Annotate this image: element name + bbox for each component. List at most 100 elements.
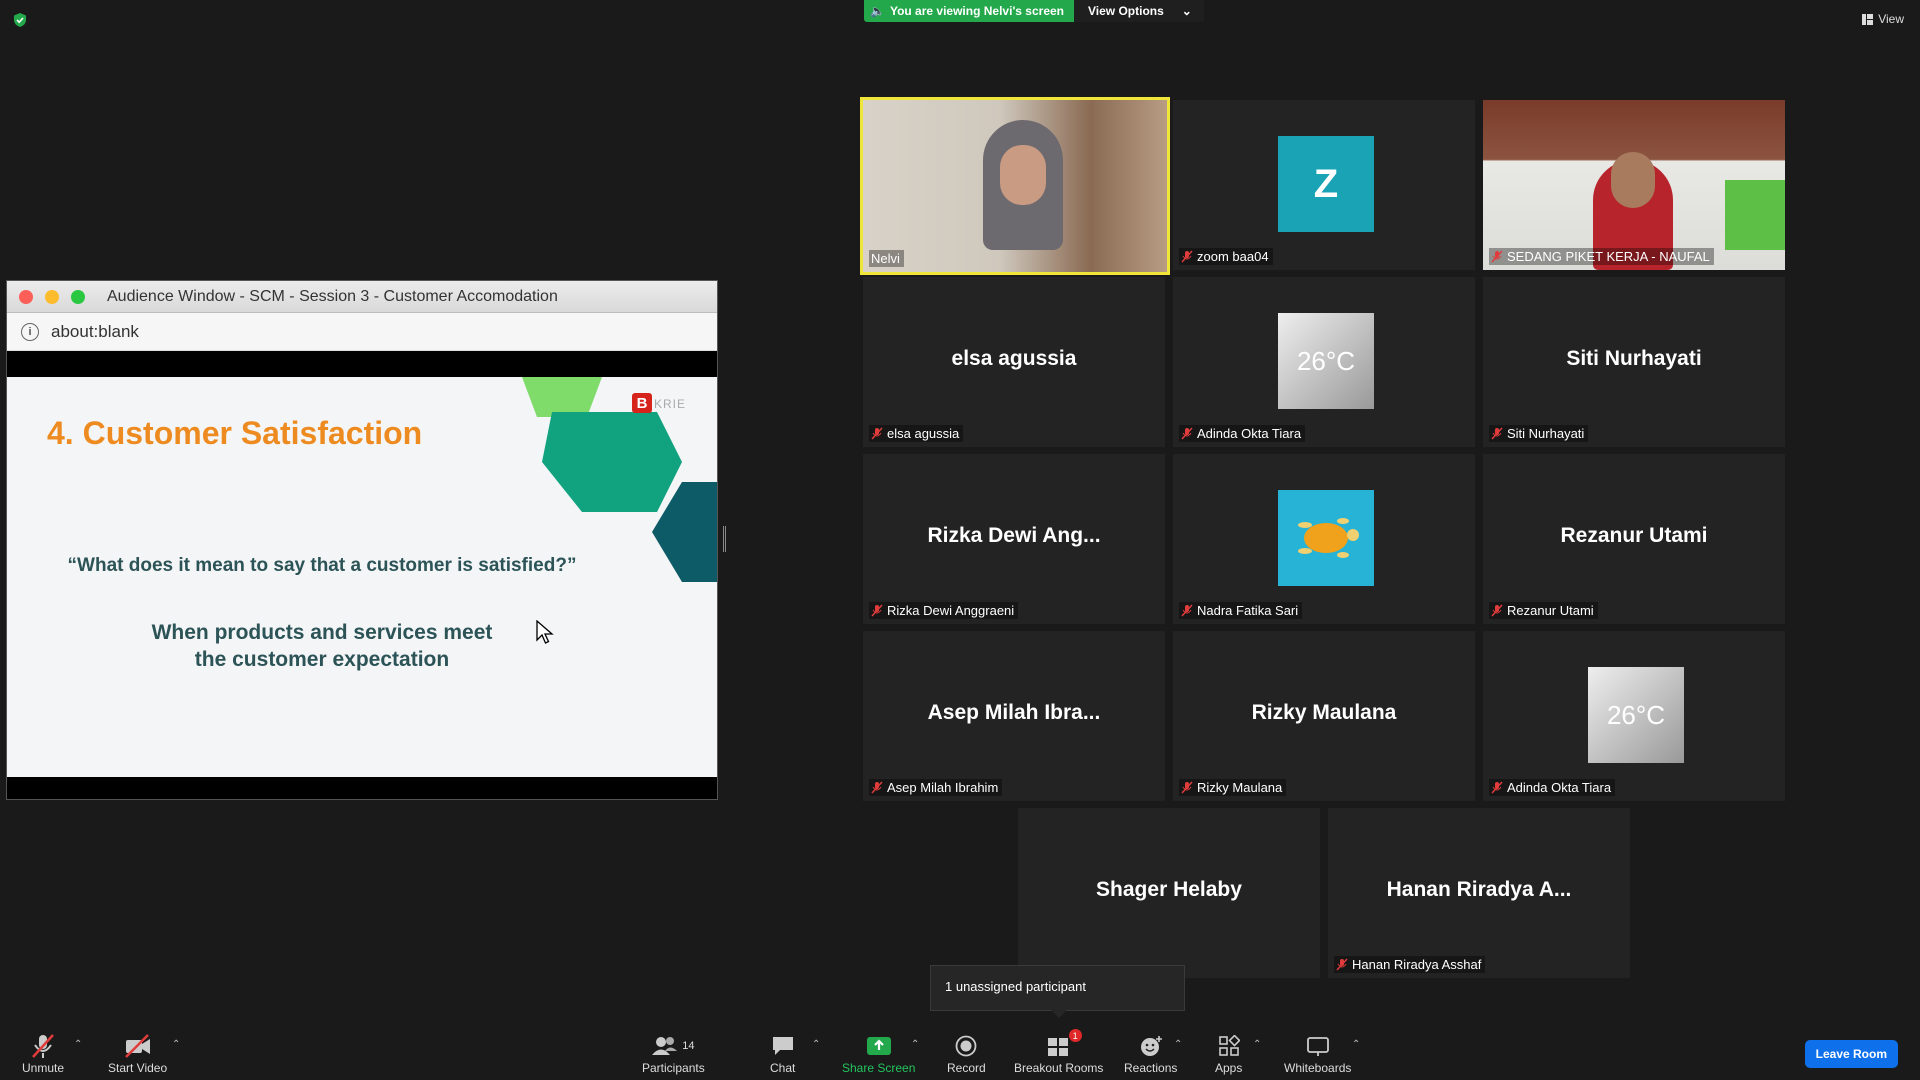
participant-display-name: Rizka Dewi Ang... [927,524,1101,547]
participant-display-name: Siti Nurhayati [1566,347,1702,370]
video-tile[interactable]: Siti Nurhayati Siti Nurhayati [1483,277,1785,447]
apps-options-caret-icon[interactable]: ⌃ [1253,1039,1261,1050]
security-shield-icon[interactable] [12,12,28,28]
brand-logo-icon: B [632,393,652,413]
breakout-rooms-button[interactable]: 1 Breakout Rooms [1014,1029,1103,1075]
info-icon[interactable]: i [21,322,39,341]
record-icon [955,1035,977,1057]
share-screen-button[interactable]: Share Screen [842,1031,915,1075]
reactions-options-caret-icon[interactable]: ⌃ [1174,1039,1182,1050]
record-button[interactable]: Record [947,1031,986,1075]
video-tile[interactable]: Rezanur Utami Rezanur Utami [1483,454,1785,624]
reactions-button[interactable]: Reactions [1124,1031,1177,1075]
start-video-label: Start Video [108,1061,168,1075]
muted-mic-icon [32,1034,54,1058]
video-tile-nelvi[interactable]: Nelvi [860,97,1170,275]
participant-name: Nadra Fatika Sari [1197,603,1299,618]
whiteboard-options-caret-icon[interactable]: ⌃ [1352,1039,1360,1050]
video-tile[interactable]: 26°C Adinda Okta Tiara [1483,631,1785,801]
speaker-icon: 🔈 [870,4,885,18]
participant-name-label: Siti Nurhayati [1489,425,1589,442]
video-tile[interactable]: 26°C Adinda Okta Tiara [1173,277,1475,447]
chat-button[interactable]: Chat [770,1031,795,1075]
participant-display-name: Rizky Maulana [1251,701,1397,724]
participant-name-label: Nelvi [869,250,904,267]
participant-name-label: Rizka Dewi Anggraeni [869,602,1019,619]
grid-view-icon [1862,13,1874,25]
muted-mic-icon [1336,958,1348,971]
video-options-caret-icon[interactable]: ⌃ [172,1039,180,1050]
muted-mic-icon [1181,427,1193,440]
close-window-button[interactable] [19,289,33,304]
record-label: Record [947,1061,986,1075]
video-tile[interactable]: Z zoom baa04 [1173,100,1475,270]
view-options-button[interactable]: View Options ⌄ [1074,0,1204,22]
participant-name: Siti Nurhayati [1507,426,1585,441]
muted-mic-icon [1181,781,1193,794]
video-tile[interactable]: Nadra Fatika Sari [1173,454,1475,624]
apps-label: Apps [1215,1061,1243,1075]
participant-name-label: SEDANG PIKET KERJA - NAUFAL [1489,248,1714,265]
share-options-caret-icon[interactable]: ⌃ [911,1039,919,1050]
window-titlebar[interactable]: Audience Window - SCM - Session 3 - Cust… [7,281,717,313]
muted-mic-icon [1181,604,1193,617]
video-tile[interactable]: Hanan Riradya A... Hanan Riradya Asshaf [1328,808,1630,978]
window-title: Audience Window - SCM - Session 3 - Cust… [107,287,558,305]
participant-name: Adinda Okta Tiara [1507,780,1612,795]
participant-name-label: zoom baa04 [1179,248,1273,265]
leave-room-button[interactable]: Leave Room [1804,1040,1898,1068]
meeting-toolbar: Unmute ⌃ Start Video ⌃ 14 Participants C… [0,1018,1920,1080]
start-video-button[interactable]: Start Video [108,1031,167,1075]
turtle-icon [1298,518,1359,558]
participant-name: Adinda Okta Tiara [1197,426,1302,441]
view-options-label: View Options [1088,4,1164,18]
viewing-indicator: 🔈 You are viewing Nelvi's screen [864,0,1074,22]
muted-mic-icon [1181,250,1193,263]
unassigned-participant-tooltip: 1 unassigned participant [930,965,1185,1018]
unmute-button[interactable]: Unmute [22,1031,64,1075]
whiteboards-button[interactable]: Whiteboards [1284,1031,1351,1075]
participant-name: zoom baa04 [1197,249,1269,264]
participant-display-name: Shager Helaby [1096,878,1242,901]
video-tile[interactable]: SEDANG PIKET KERJA - NAUFAL [1483,100,1785,270]
url-text: about:blank [51,321,139,341]
video-tile[interactable]: Rizka Dewi Ang... Rizka Dewi Anggraeni [863,454,1165,624]
muted-mic-icon [871,781,883,794]
apps-icon [1218,1035,1240,1056]
participant-name: Rezanur Utami [1507,603,1594,618]
participants-button[interactable]: 14 Participants [642,1031,705,1075]
view-layout-button[interactable]: View [1862,12,1904,26]
url-bar[interactable]: i about:blank [7,313,717,351]
participant-name: Rizka Dewi Anggraeni [887,603,1015,618]
participant-name-label: Nadra Fatika Sari [1179,602,1303,619]
background-object [1725,180,1785,250]
participants-icon [652,1037,678,1055]
resize-splitter-handle[interactable] [723,526,726,552]
muted-mic-icon [1491,427,1503,440]
video-tile[interactable]: Shager Helaby [1018,808,1320,978]
video-tile[interactable]: elsa agussia elsa agussia [863,277,1165,447]
share-screen-icon [866,1037,891,1055]
muted-mic-icon [1491,604,1503,617]
avatar-image: 26°C [1588,667,1684,763]
muted-mic-icon [871,604,883,617]
breakout-badge: 1 [1068,1029,1082,1042]
participant-name-label: Hanan Riradya Asshaf [1334,956,1486,973]
audio-options-caret-icon[interactable]: ⌃ [74,1039,82,1050]
participant-name: Asep Milah Ibrahim [887,780,999,795]
presentation-slide: B KRIE 4. Customer Satisfaction “What do… [7,377,717,777]
minimize-window-button[interactable] [45,289,59,304]
video-tile[interactable]: Rizky Maulana Rizky Maulana [1173,631,1475,801]
avatar-letter: Z [1278,136,1374,232]
chat-label: Chat [770,1061,796,1075]
reactions-label: Reactions [1124,1061,1178,1075]
participant-name-label: Adinda Okta Tiara [1489,779,1616,796]
reactions-icon [1140,1036,1162,1056]
apps-button[interactable]: Apps [1215,1031,1242,1075]
brand-logo-text: KRIE [654,397,687,411]
participant-name: elsa agussia [887,426,960,441]
chat-options-caret-icon[interactable]: ⌃ [812,1039,820,1050]
video-tile[interactable]: Asep Milah Ibra... Asep Milah Ibrahim [863,631,1165,801]
maximize-window-button[interactable] [71,289,85,304]
audience-window[interactable]: Audience Window - SCM - Session 3 - Cust… [6,280,718,800]
